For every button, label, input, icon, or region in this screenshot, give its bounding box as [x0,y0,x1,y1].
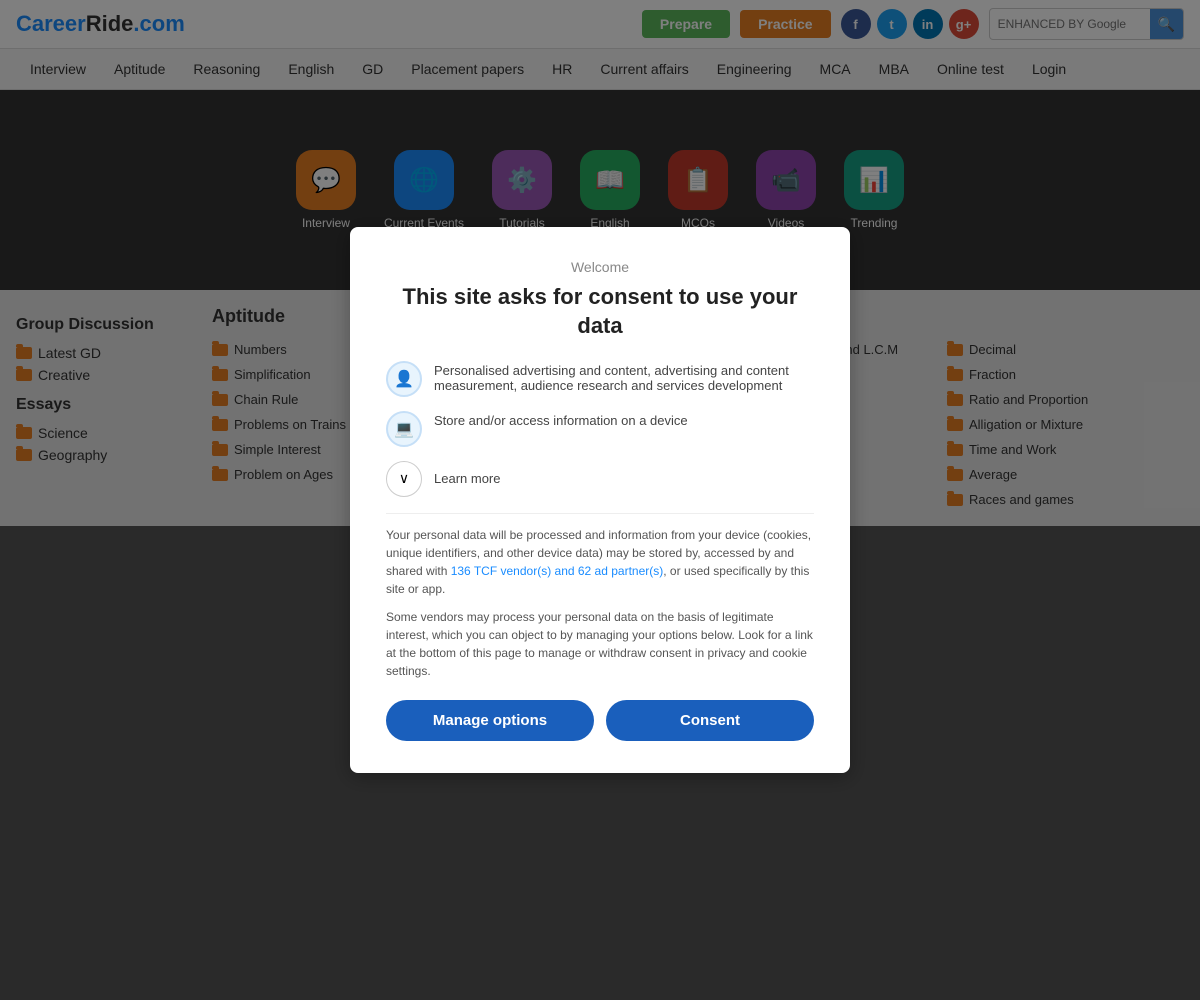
learn-more-item: ∨ Learn more [386,461,814,497]
consent-item-1: 👤 Personalised advertising and content, … [386,361,814,397]
consent-text-2: Store and/or access information on a dev… [434,411,688,428]
modal-divider [386,513,814,514]
modal-body-text-1: Your personal data will be processed and… [386,526,814,598]
consent-text-1: Personalised advertising and content, ad… [434,361,814,393]
learn-more-chevron[interactable]: ∨ [386,461,422,497]
consent-person-icon: 👤 [386,361,422,397]
modal: Welcome This site asks for consent to us… [350,227,850,772]
modal-body-text-2: Some vendors may process your personal d… [386,608,814,680]
consent-device-icon: 💻 [386,411,422,447]
modal-title: This site asks for consent to use your d… [386,283,814,340]
consent-item-2: 💻 Store and/or access information on a d… [386,411,814,447]
modal-buttons: Manage options Consent [386,700,814,741]
vendor-link[interactable]: 136 TCF vendor(s) and 62 ad partner(s) [451,564,664,578]
learn-more-label[interactable]: Learn more [434,471,500,486]
modal-welcome: Welcome [386,259,814,275]
consent-button[interactable]: Consent [606,700,814,741]
modal-overlay: Welcome This site asks for consent to us… [0,0,1200,1000]
manage-options-button[interactable]: Manage options [386,700,594,741]
